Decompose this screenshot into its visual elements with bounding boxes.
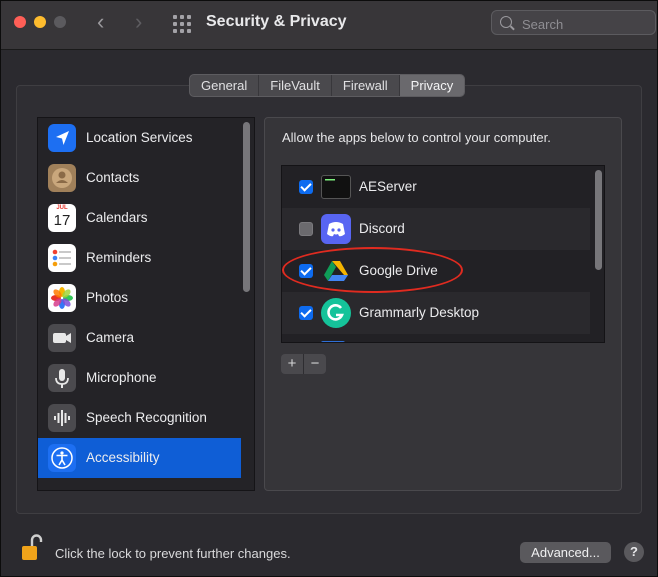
show-all-grid-icon[interactable] bbox=[173, 15, 192, 34]
terminal-icon bbox=[321, 175, 351, 199]
sidebar-item-accessibility[interactable]: Accessibility bbox=[38, 438, 241, 478]
list-item-discord[interactable]: Discord bbox=[282, 208, 590, 250]
app-list-scrollbar[interactable] bbox=[595, 170, 602, 270]
list-item-grammarly-desktop[interactable]: Grammarly Desktop bbox=[282, 292, 590, 334]
discord-icon bbox=[321, 214, 351, 244]
sidebar-item-calendars[interactable]: JUL 17 Calendars bbox=[38, 198, 241, 238]
camera-icon bbox=[48, 324, 76, 352]
security-privacy-window: ‹ › Security & Privacy General FileVault… bbox=[0, 0, 658, 577]
sidebar-item-label: Reminders bbox=[86, 250, 152, 265]
help-button[interactable]: ? bbox=[624, 542, 644, 562]
grammarly-checkbox[interactable] bbox=[299, 306, 313, 320]
contacts-icon bbox=[48, 164, 76, 192]
sidebar-item-contacts[interactable]: Contacts bbox=[38, 158, 241, 198]
next-app-partial bbox=[321, 341, 345, 342]
list-item-google-drive[interactable]: Google Drive bbox=[282, 250, 590, 292]
aeserver-checkbox[interactable] bbox=[299, 180, 313, 194]
sidebar-item-label: Accessibility bbox=[86, 450, 160, 465]
remove-app-button[interactable]: − bbox=[304, 354, 326, 374]
sidebar-item-photos[interactable]: Photos bbox=[38, 278, 241, 318]
search-input[interactable] bbox=[520, 14, 654, 34]
tab-filevault[interactable]: FileVault bbox=[259, 75, 332, 96]
category-list-scrollbar[interactable] bbox=[243, 122, 250, 292]
sidebar-item-label: Speech Recognition bbox=[86, 410, 207, 425]
instruction-text: Allow the apps below to control your com… bbox=[282, 130, 551, 145]
sidebar-item-reminders[interactable]: Reminders bbox=[38, 238, 241, 278]
google-drive-checkbox[interactable] bbox=[299, 264, 313, 278]
sidebar-item-label: Contacts bbox=[86, 170, 140, 185]
accessibility-icon bbox=[48, 444, 76, 472]
lock-status-text: Click the lock to prevent further change… bbox=[55, 546, 291, 561]
search-field[interactable] bbox=[491, 10, 656, 35]
reminders-icon bbox=[48, 244, 76, 272]
advanced-button[interactable]: Advanced... bbox=[520, 542, 611, 563]
microphone-icon bbox=[48, 364, 76, 392]
grammarly-icon bbox=[321, 298, 351, 328]
sidebar-item-label: Location Services bbox=[86, 130, 193, 145]
app-label: AEServer bbox=[359, 179, 417, 194]
app-list[interactable]: AEServer Discord Google Drive Grammarly … bbox=[281, 165, 605, 343]
sidebar-item-speech-recognition[interactable]: Speech Recognition bbox=[38, 398, 241, 438]
sidebar-item-label: Photos bbox=[86, 290, 129, 305]
forward-button[interactable]: › bbox=[135, 10, 142, 34]
app-label: Discord bbox=[359, 221, 405, 236]
title-bar: ‹ › Security & Privacy bbox=[1, 1, 657, 50]
tab-general[interactable]: General bbox=[190, 75, 260, 96]
google-drive-icon bbox=[321, 256, 351, 286]
calendar-icon: JUL 17 bbox=[48, 204, 76, 232]
close-window-button[interactable] bbox=[14, 16, 26, 28]
photos-icon bbox=[48, 284, 76, 312]
tab-firewall[interactable]: Firewall bbox=[332, 75, 400, 96]
add-remove-control: + − bbox=[281, 354, 326, 374]
location-arrow-icon bbox=[48, 124, 76, 152]
discord-checkbox[interactable] bbox=[299, 222, 313, 236]
sidebar-item-location-services[interactable]: Location Services bbox=[38, 118, 241, 158]
minimize-window-button[interactable] bbox=[34, 16, 46, 28]
zoom-window-button[interactable] bbox=[54, 16, 66, 28]
next-item-partial bbox=[49, 490, 75, 491]
speech-waveform-icon bbox=[48, 404, 76, 432]
sidebar-item-label: Microphone bbox=[86, 370, 157, 385]
unlocked-lock-icon[interactable] bbox=[21, 534, 43, 562]
app-label: Grammarly Desktop bbox=[359, 305, 480, 320]
back-button[interactable]: ‹ bbox=[97, 10, 104, 34]
tab-privacy[interactable]: Privacy bbox=[399, 75, 465, 96]
search-icon bbox=[500, 16, 512, 28]
list-item-aeserver[interactable]: AEServer bbox=[282, 166, 590, 208]
app-label: Google Drive bbox=[359, 263, 438, 278]
sidebar-item-label: Calendars bbox=[86, 210, 148, 225]
sidebar-item-camera[interactable]: Camera bbox=[38, 318, 241, 358]
sidebar-item-microphone[interactable]: Microphone bbox=[38, 358, 241, 398]
tab-bar: General FileVault Firewall Privacy bbox=[189, 74, 466, 97]
add-app-button[interactable]: + bbox=[281, 354, 304, 374]
window-title: Security & Privacy bbox=[206, 13, 347, 30]
privacy-category-list[interactable]: Location Services Contacts JUL 17 Calend… bbox=[37, 117, 255, 491]
sidebar-item-label: Camera bbox=[86, 330, 135, 345]
